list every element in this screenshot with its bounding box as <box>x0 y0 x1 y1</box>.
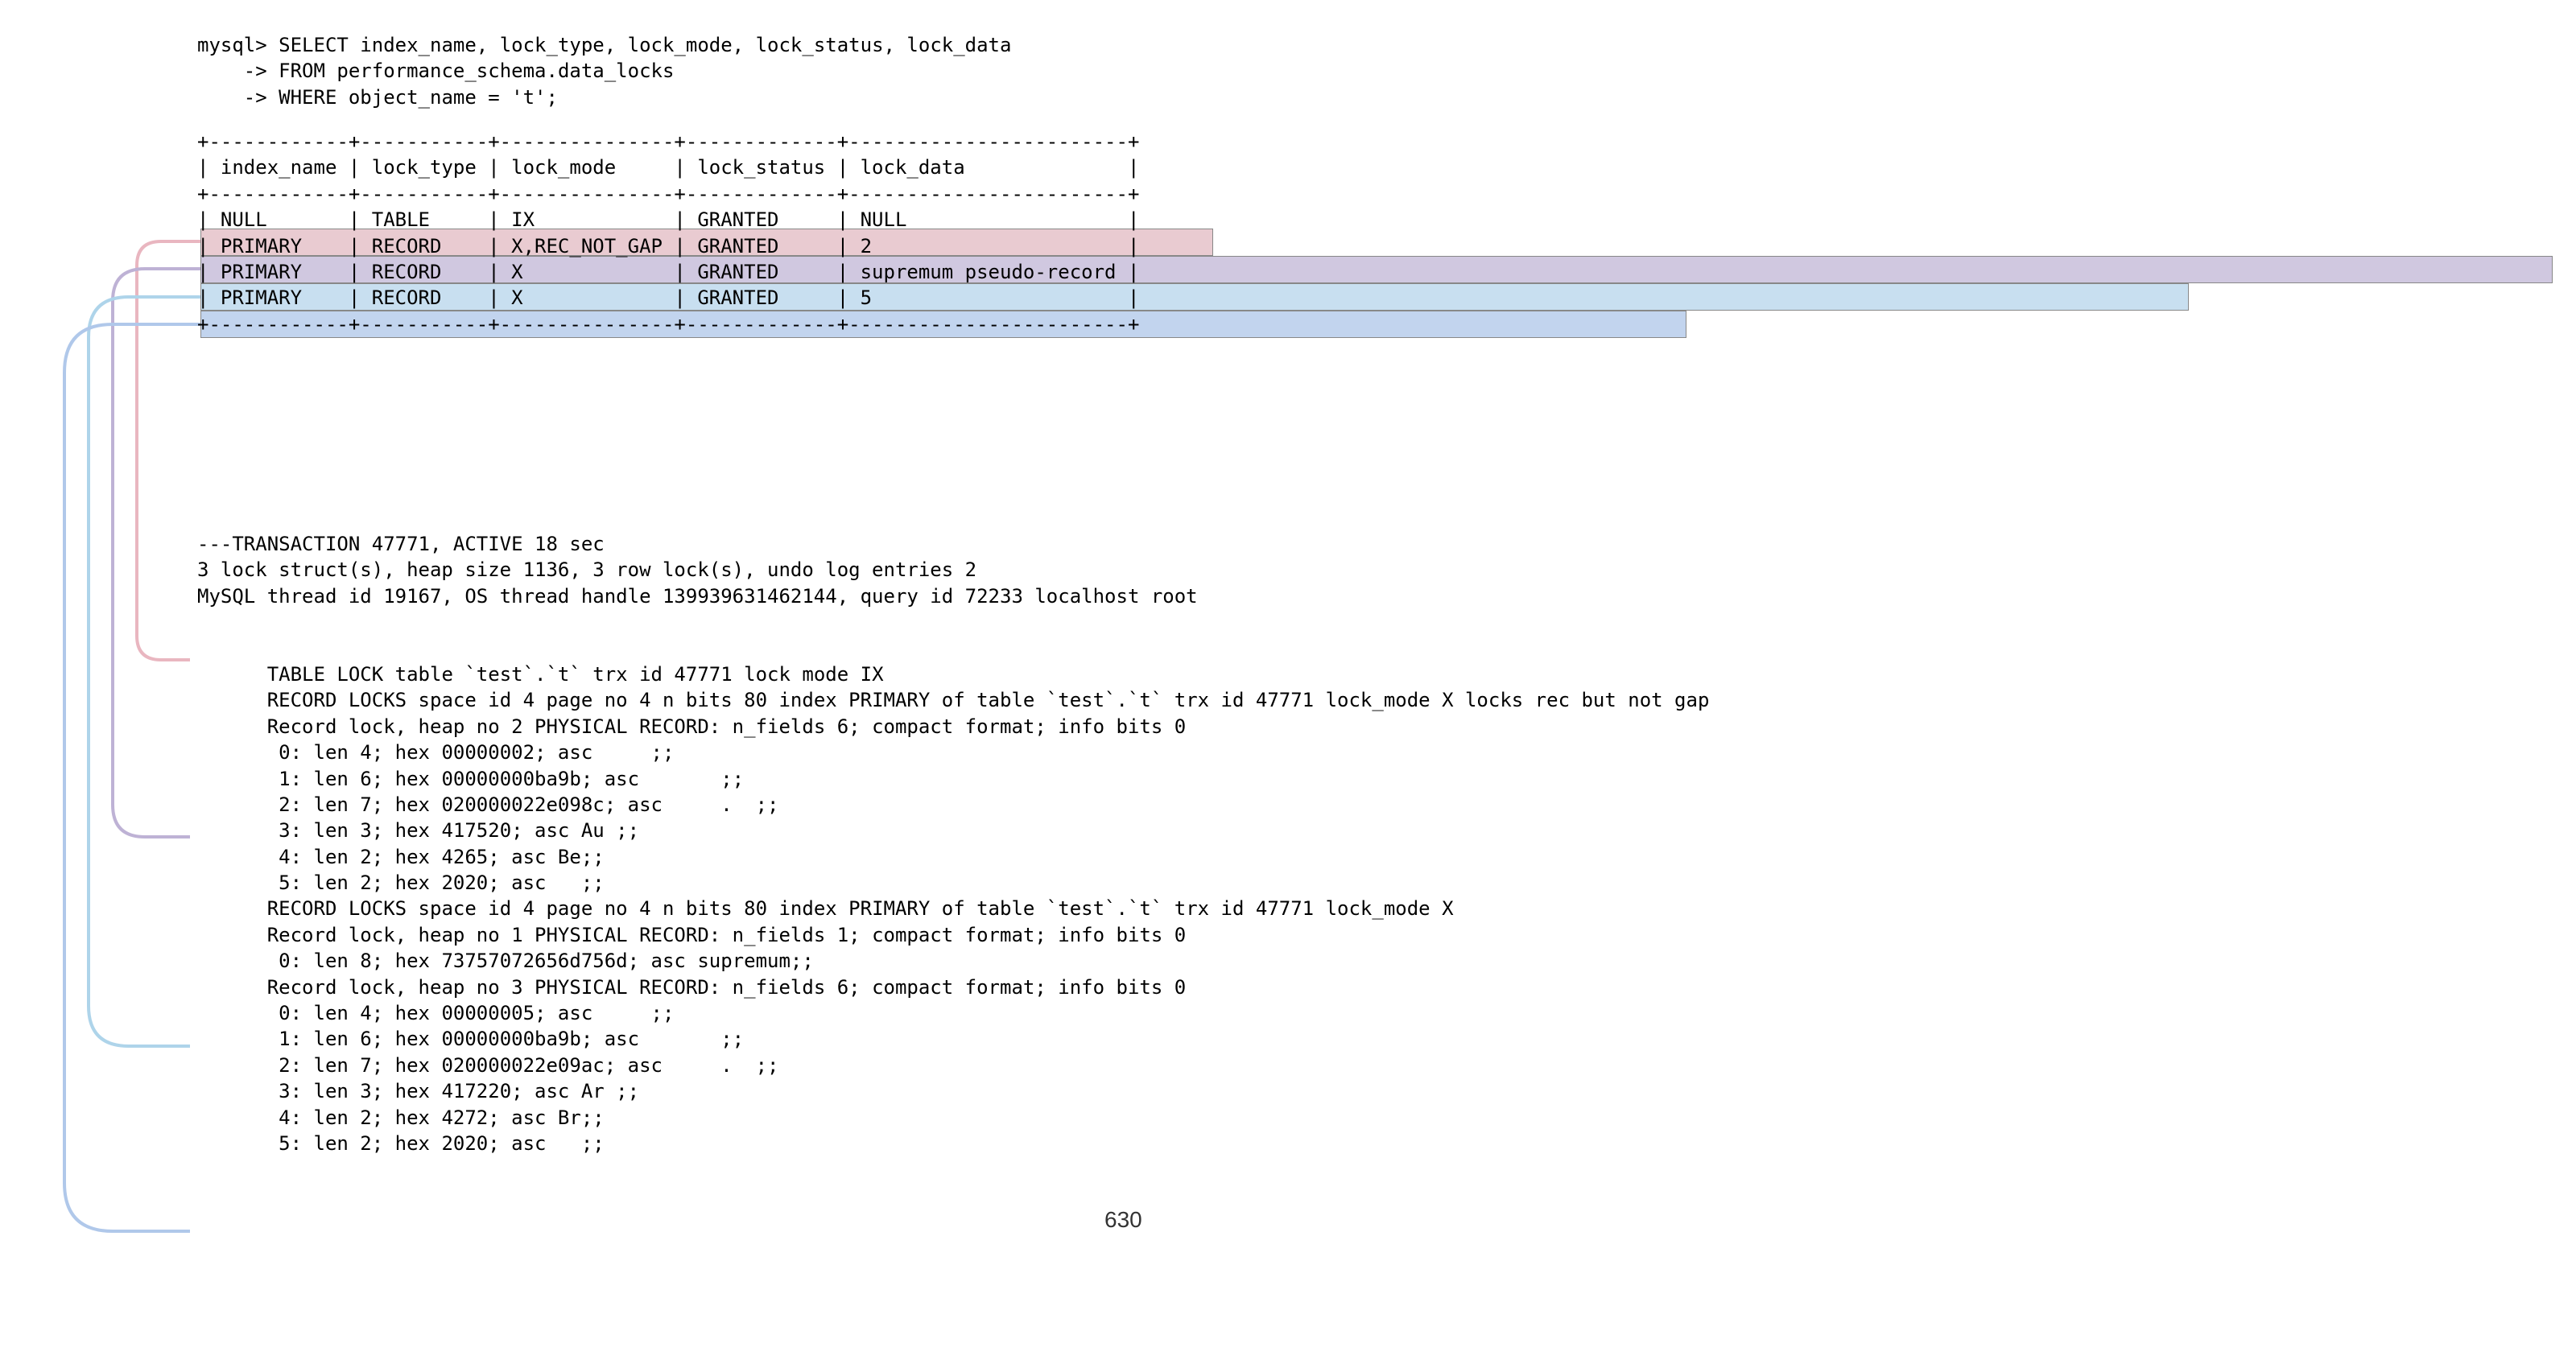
record-lock-block-1: 0: len 4; hex 00000002; asc ;; <box>197 687 1709 713</box>
sql-line-1: SELECT index_name, lock_type, lock_mode,… <box>279 34 1011 56</box>
record-lock-block-2: RECORD LOCKS space id 4 page no 4 n bits… <box>197 844 1709 870</box>
record-lock-block-1: RECORD LOCKS space id 4 page no 4 n bits… <box>197 636 1709 661</box>
record-lock-block-1: Record lock, heap no 2 PHYSICAL RECORD: … <box>197 661 1709 687</box>
record-lock-block-1: 1: len 6; hex 00000000ba9b; asc ;; <box>197 714 1709 740</box>
table-border: +------------+-----------+--------------… <box>197 181 1139 207</box>
page-number: 630 <box>1104 1205 1142 1235</box>
record-lock-block-3: 1: len 6; hex 00000000ba9b; asc ;; <box>197 974 1709 1000</box>
table-row-1: | NULL | TABLE | IX | GRANTED | NULL | <box>197 207 1139 233</box>
table-row-3: | PRIMARY | RECORD | X | GRANTED | supre… <box>197 259 1139 285</box>
record-lock-block-1: 2: len 7; hex 020000022e098c; asc . ;; <box>197 740 1709 765</box>
status-line: ---TRANSACTION 47771, ACTIVE 18 sec <box>197 531 1709 557</box>
record-lock-block-3: 3: len 3; hex 417220; asc Ar ;; <box>197 1026 1709 1052</box>
table-header: | index_name | lock_type | lock_mode | l… <box>197 155 1139 180</box>
record-lock-block-3: 5: len 2; hex 2020; asc ;; <box>197 1078 1709 1104</box>
sql-line-2: FROM performance_schema.data_locks <box>279 60 674 82</box>
table-lock-line: TABLE LOCK table `test`.`t` trx id 47771… <box>197 609 1709 635</box>
record-lock-block-1: 5: len 2; hex 2020; asc ;; <box>197 818 1709 843</box>
record-lock-block-3: 0: len 4; hex 00000005; asc ;; <box>197 948 1709 974</box>
innodb-status: ---TRANSACTION 47771, ACTIVE 18 sec 3 lo… <box>197 531 1709 1105</box>
sql-line-3: WHERE object_name = 't'; <box>279 86 558 109</box>
table-border: +------------+-----------+--------------… <box>197 129 1139 155</box>
table-row-4: | PRIMARY | RECORD | X | GRANTED | 5 | <box>197 285 1139 311</box>
table-row-2: | PRIMARY | RECORD | X,REC_NOT_GAP | GRA… <box>197 233 1139 259</box>
mysql-cont: -> <box>197 86 267 109</box>
status-line: 3 lock struct(s), heap size 1136, 3 row … <box>197 557 1709 583</box>
record-lock-block-1: 3: len 3; hex 417520; asc Au ;; <box>197 766 1709 792</box>
mysql-prompt: mysql> <box>197 34 267 56</box>
record-lock-block-2: 0: len 8; hex 73757072656d756d; asc supr… <box>197 896 1709 921</box>
status-line: MySQL thread id 19167, OS thread handle … <box>197 583 1709 609</box>
result-table: +------------+-----------+--------------… <box>197 129 1139 337</box>
table-border: +------------+-----------+--------------… <box>197 311 1139 337</box>
sql-query: mysql> SELECT index_name, lock_type, loc… <box>197 32 1011 110</box>
mysql-cont: -> <box>197 60 267 82</box>
record-lock-block-2: Record lock, heap no 1 PHYSICAL RECORD: … <box>197 870 1709 896</box>
record-lock-block-3: 2: len 7; hex 020000022e09ac; asc . ;; <box>197 1000 1709 1026</box>
record-lock-block-1: 4: len 2; hex 4265; asc Be;; <box>197 792 1709 818</box>
record-lock-block-3: Record lock, heap no 3 PHYSICAL RECORD: … <box>197 922 1709 948</box>
record-lock-block-3: 4: len 2; hex 4272; asc Br;; <box>197 1053 1709 1078</box>
